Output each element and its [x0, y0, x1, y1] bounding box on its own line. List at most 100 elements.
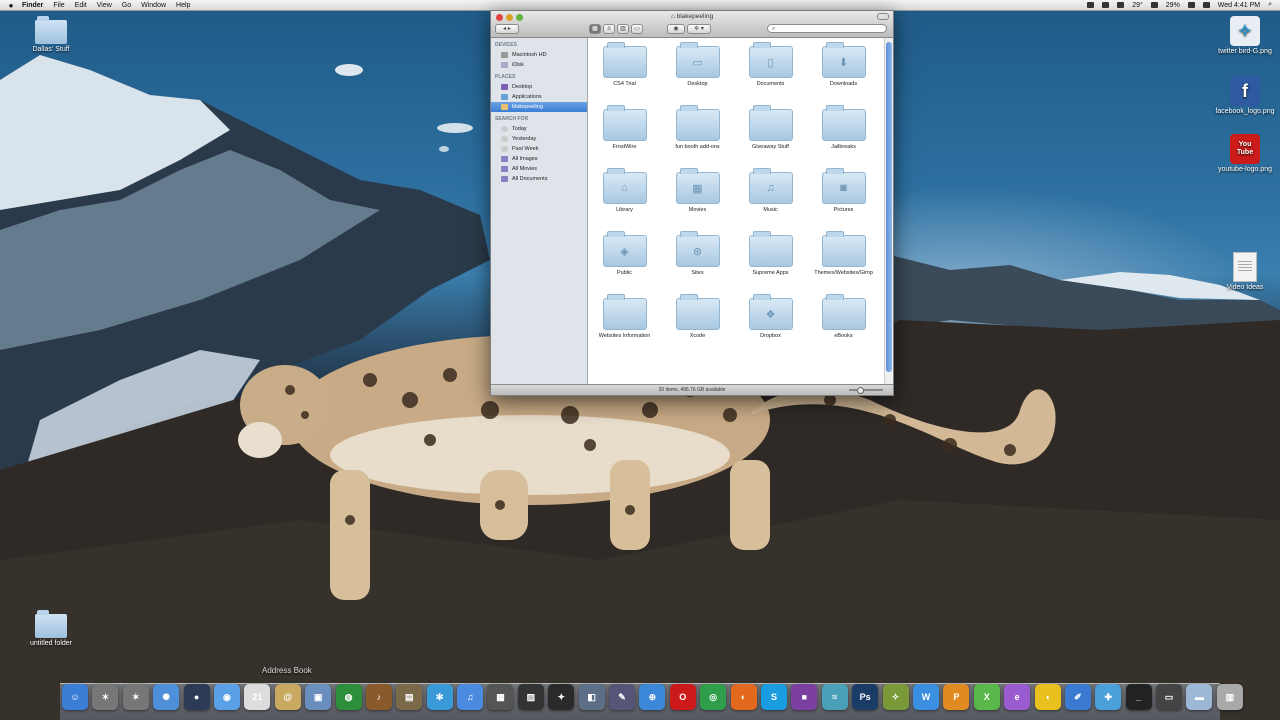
bluetooth-menu-icon[interactable] [1117, 2, 1125, 8]
apple-menu-icon[interactable]: ● [0, 1, 22, 10]
battery-icon[interactable] [1150, 2, 1158, 8]
menu-app-finder[interactable]: Finder [22, 2, 43, 9]
coverflow-view-button[interactable]: ▭ [631, 24, 643, 34]
sidebar-item-idisk[interactable]: iDisk [491, 60, 587, 70]
desktop-file-video-ideas[interactable]: Video Ideas [1210, 252, 1280, 291]
vertical-scrollbar[interactable] [884, 38, 893, 385]
w-app-icon[interactable]: W [912, 684, 939, 710]
folder-item[interactable]: ▦ Movies [661, 168, 734, 214]
sidebar-item-all-images[interactable]: All Images [491, 154, 587, 164]
toolbar-toggle-button[interactable] [877, 13, 889, 20]
action-gear-button[interactable]: ✲ ▾ [687, 24, 711, 34]
icon-view-button[interactable]: ▦ [589, 24, 601, 34]
movie-icon[interactable]: ▩ [487, 684, 514, 710]
spotlight-icon[interactable]: ⌕ [1268, 1, 1272, 9]
desktop-file-twitter[interactable]: ✧ twitter bird-G.png [1210, 16, 1280, 55]
ichat-icon[interactable]: ◉ [213, 684, 240, 710]
square-app-icon[interactable]: ■ [791, 684, 818, 710]
globe-icon[interactable]: ◍ [335, 684, 362, 710]
clapper-icon[interactable]: ▨ [517, 684, 544, 710]
safari-icon[interactable]: ⊕ [639, 684, 666, 710]
desktop-folder-untitled[interactable]: untitled folder [16, 610, 86, 647]
itunes-icon[interactable]: ♫ [457, 684, 484, 710]
menu-edit[interactable]: Edit [75, 2, 87, 9]
folder-item[interactable]: ▭ Desktop [661, 42, 734, 88]
menu-help[interactable]: Help [176, 2, 190, 9]
folder-item[interactable]: Websites Information [588, 294, 661, 340]
folder-item[interactable]: FrostWire [588, 105, 661, 151]
system-preferences-icon[interactable]: ✺ [153, 684, 180, 710]
terminal-icon[interactable]: _ [1125, 684, 1152, 710]
wifi-icon[interactable] [1187, 2, 1195, 8]
sidebar-item-past-week[interactable]: Past Week [491, 144, 587, 154]
folder-item[interactable]: ♫ Music [734, 168, 807, 214]
list-view-button[interactable]: ≡ [603, 24, 615, 34]
sidebar-item-applications[interactable]: Applications [491, 92, 587, 102]
folder-item[interactable]: fun booth add-ons [661, 105, 734, 151]
utility-icon[interactable]: ✶ [92, 684, 119, 710]
dragon-icon[interactable]: ✧ [882, 684, 909, 710]
skype-icon[interactable]: S [760, 684, 787, 710]
back-forward-buttons[interactable]: ◂ ▸ [495, 24, 519, 34]
folder-item[interactable]: ⌂ Library [588, 168, 661, 214]
folder-item[interactable]: Xcode [661, 294, 734, 340]
firefox-icon[interactable]: ◐ [730, 684, 757, 710]
desktop-file-youtube[interactable]: You Tube youtube-logo.png [1210, 134, 1280, 173]
folder-item[interactable]: Supreme Apps [734, 231, 807, 277]
icon-size-slider[interactable] [849, 387, 883, 394]
snowflake-icon[interactable]: ✻ [426, 684, 453, 710]
ical-icon[interactable]: 21 [244, 684, 271, 710]
keynote-icon[interactable]: ◧ [578, 684, 605, 710]
status-menu-icon[interactable] [1087, 2, 1095, 8]
drop-icon[interactable]: ● [183, 684, 210, 710]
finder-icon[interactable]: ☺ [62, 684, 88, 710]
folder-item[interactable]: Jailbreaks [807, 105, 880, 151]
folder-item[interactable]: ▯ Documents [734, 42, 807, 88]
battery-percent[interactable]: 29% [1166, 2, 1180, 9]
folder-item[interactable]: CS4 Trial [588, 42, 661, 88]
sidebar-item-all-documents[interactable]: All Documents [491, 174, 587, 184]
display-menu-icon[interactable] [1102, 2, 1110, 8]
photo-icon[interactable]: ▤ [396, 684, 423, 710]
e-app-icon[interactable]: e [1004, 684, 1031, 710]
preview-icon[interactable]: ▣ [305, 684, 332, 710]
desktop-folder-dallas-stuff[interactable]: Dallas' Stuff [16, 16, 86, 53]
desktop-file-facebook[interactable]: f facebook_logo.png [1210, 76, 1280, 115]
volume-icon[interactable] [1202, 2, 1210, 8]
display-icon[interactable]: ▭ [1156, 684, 1183, 710]
trash-icon[interactable]: ▥ [1216, 684, 1243, 710]
menu-view[interactable]: View [97, 2, 112, 9]
menu-window[interactable]: Window [141, 2, 166, 9]
documents-stack-icon[interactable]: ▬ [1186, 684, 1213, 710]
photoshop-icon[interactable]: Ps [852, 684, 879, 710]
opera-icon[interactable]: O [669, 684, 696, 710]
scrollbar-thumb[interactable] [886, 42, 892, 372]
sidebar-item-all-movies[interactable]: All Movies [491, 164, 587, 174]
pen-icon[interactable]: ✎ [609, 684, 636, 710]
finder-titlebar[interactable]: ⌂ blakepeeling ◂ ▸ ▦ ≡ ▥ ▭ ◉ ✲ ▾ ⌕ [491, 11, 893, 38]
folder-item[interactable]: ◙ Pictures [807, 168, 880, 214]
sidebar-item-desktop[interactable]: Desktop [491, 82, 587, 92]
folder-item[interactable]: ❖ Dropbox [734, 294, 807, 340]
p-app-icon[interactable]: P [943, 684, 970, 710]
puzzle-icon[interactable]: ✚ [1095, 684, 1122, 710]
folder-item[interactable]: Giveaway Stuff [734, 105, 807, 151]
sidebar-item-macintosh-hd[interactable]: Macintosh HD [491, 50, 587, 60]
folder-item[interactable]: ⬇ Downloads [807, 42, 880, 88]
fish-icon[interactable]: ≈ [821, 684, 848, 710]
folder-item[interactable]: eBooks [807, 294, 880, 340]
utility2-icon[interactable]: ✶ [122, 684, 149, 710]
sidebar-item-home[interactable]: blakepeeling [491, 102, 587, 112]
address-book-icon[interactable]: @ [274, 684, 301, 710]
search-input[interactable]: ⌕ [767, 24, 887, 33]
menu-go[interactable]: Go [122, 2, 131, 9]
chrome-icon[interactable]: ◎ [700, 684, 727, 710]
guitar-icon[interactable]: ♪ [365, 684, 392, 710]
slider-knob[interactable] [857, 387, 864, 394]
menu-clock[interactable]: Wed 4:41 PM [1218, 2, 1260, 9]
weather-temperature[interactable]: 29° [1132, 2, 1143, 9]
quick-look-button[interactable]: ◉ [667, 24, 685, 34]
star-icon[interactable]: ✦ [548, 684, 575, 710]
write-icon[interactable]: ✐ [1064, 684, 1091, 710]
folder-item[interactable]: ⊛ Sites [661, 231, 734, 277]
